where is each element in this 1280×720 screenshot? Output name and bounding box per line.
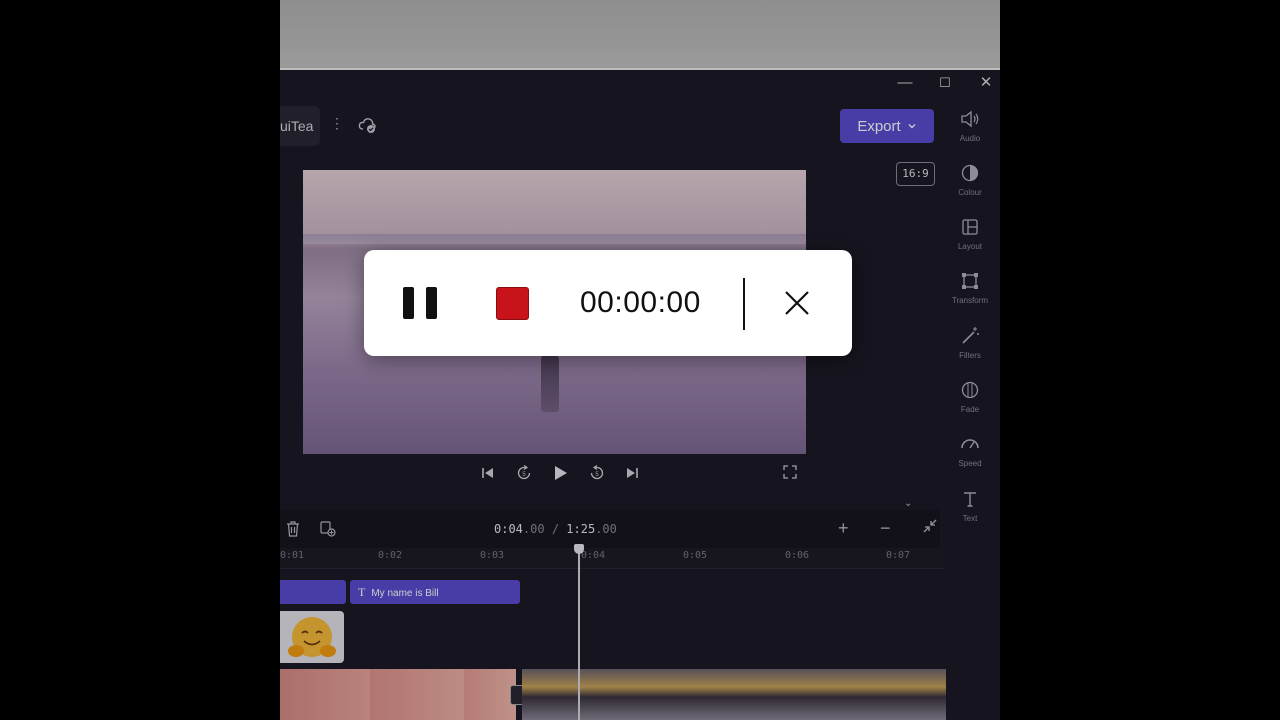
divider [743,278,745,330]
pause-button[interactable] [400,284,440,322]
dim-overlay [280,70,1000,720]
desktop-background-strip [280,0,1000,70]
screen-recorder-bar: 00:00:00 [364,250,852,356]
screen-frame: — ☐ ✕ uiTea ⋮ Export 16:9 Audio Colour L… [280,0,1000,720]
recording-timer: 00:00:00 [580,286,701,319]
pause-icon [426,287,437,319]
stop-button[interactable] [496,287,529,320]
close-icon[interactable] [782,288,812,318]
pause-icon [403,287,414,319]
